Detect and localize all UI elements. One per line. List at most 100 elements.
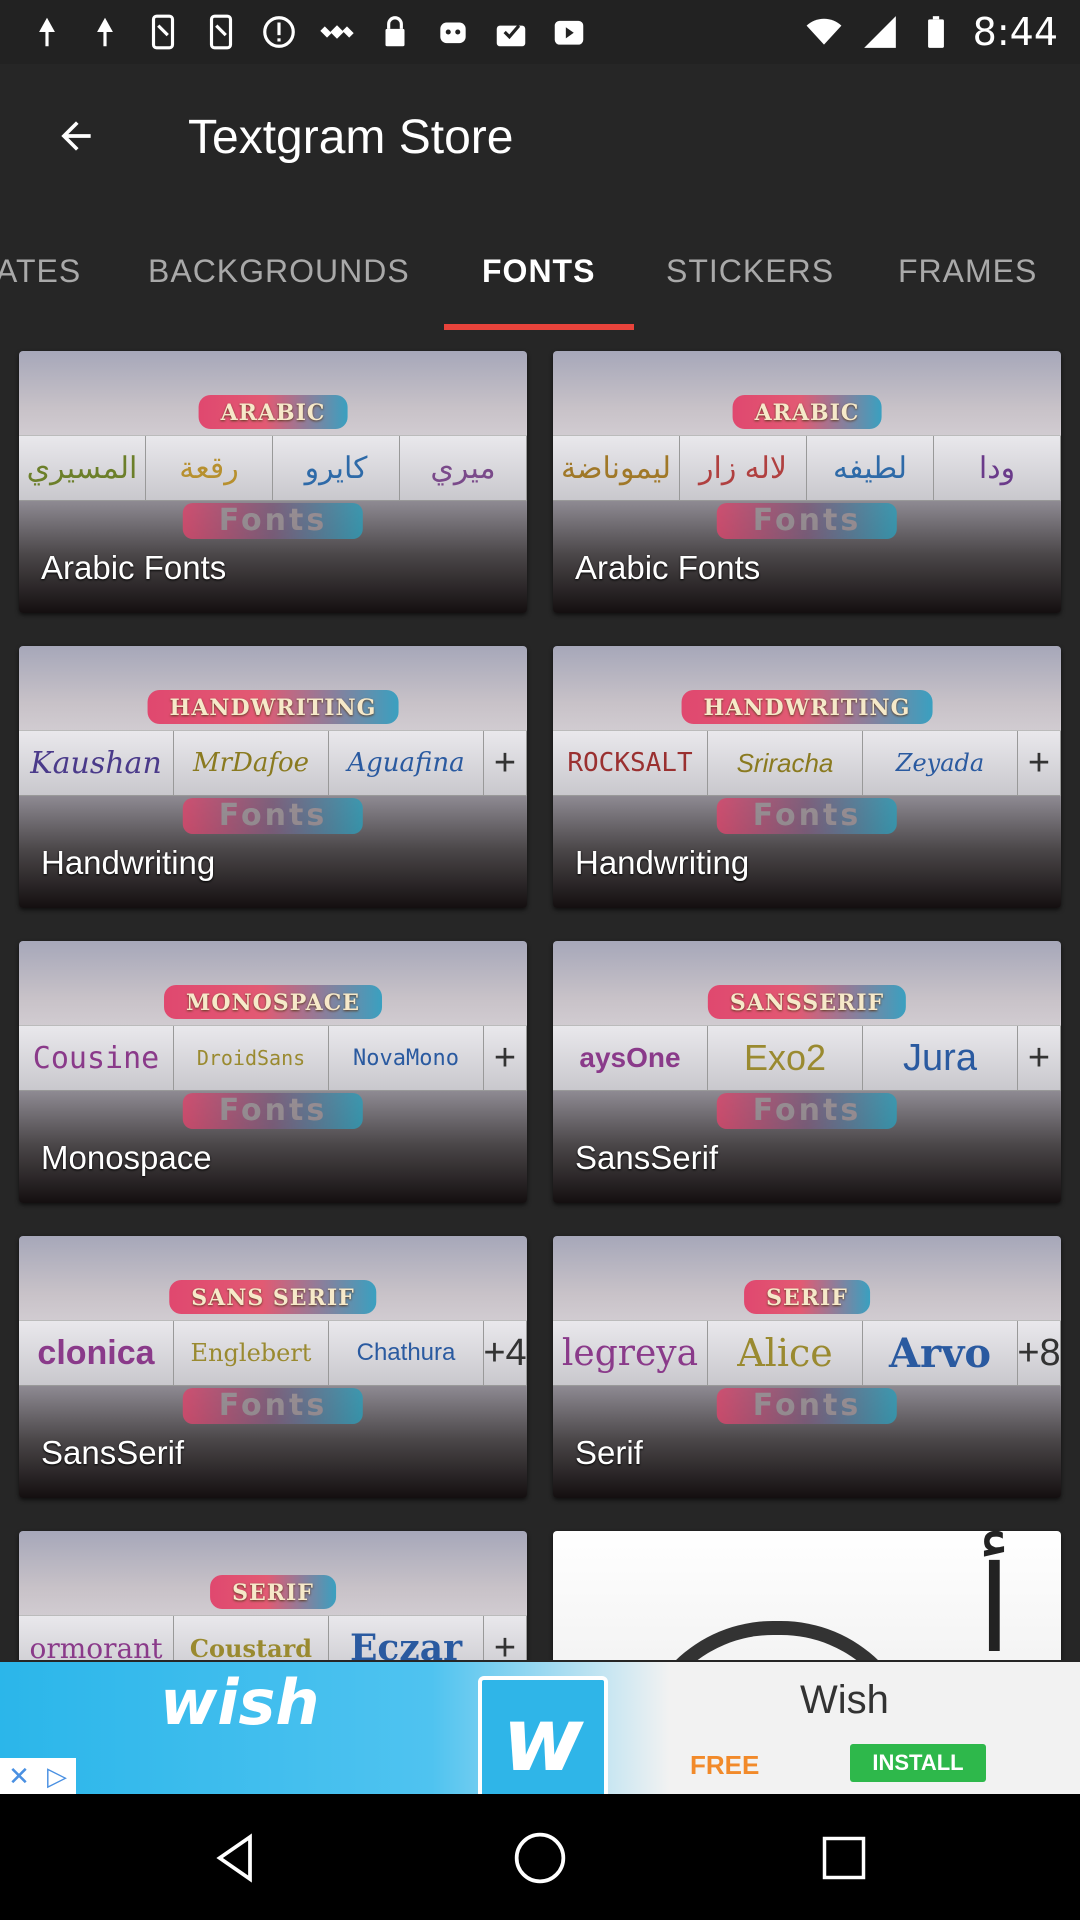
sample-strip: ROCKSALT Sriracha Zeyada +: [553, 730, 1061, 796]
sample-strip: ليموناضة لاله زار لطيفه ودا: [553, 435, 1061, 501]
font-sample: كايرو: [273, 436, 400, 500]
font-pack-card[interactable]: ARABIC ليموناضة لاله زار لطيفه ودا Fonts…: [553, 351, 1061, 613]
tab-templates[interactable]: ATES: [0, 212, 81, 330]
tab-bar: ATES BACKGROUNDS FONTS STICKERS FRAMES: [0, 212, 1080, 330]
tab-stickers[interactable]: STICKERS: [666, 212, 834, 330]
nav-back-button[interactable]: [198, 1820, 274, 1896]
wifi-icon: [806, 18, 842, 45]
card-title: Serif: [575, 1434, 643, 1471]
font-sample: ودا: [934, 436, 1061, 500]
status-time: 8:44: [972, 10, 1058, 54]
font-sample: ROCKSALT: [553, 731, 708, 795]
font-pack-card[interactable]: MONOSPACE Cousine DroidSans NovaMono + F…: [19, 941, 527, 1203]
font-sample: ليموناضة: [553, 436, 680, 500]
font-sample: ميري: [400, 436, 527, 500]
nav-home-button[interactable]: [502, 1820, 578, 1896]
arrow-left-icon: [61, 121, 91, 151]
ad-install-button[interactable]: INSTALL: [850, 1744, 986, 1782]
signal-icon: [863, 16, 896, 48]
sample-strip: aysOne Exo2 Jura +: [553, 1025, 1061, 1091]
app-bar: Textgram Store: [0, 64, 1080, 212]
font-sample: Sriracha: [708, 731, 863, 795]
ad-brand-logo: wish: [160, 1666, 320, 1739]
triangle-back-icon: [216, 1833, 252, 1883]
page-title: Textgram Store: [188, 111, 514, 164]
ad-banner[interactable]: wish w Wish FREE INSTALL ✕ ▷: [0, 1662, 1080, 1794]
font-sample: Arvo: [863, 1321, 1018, 1385]
adchoices-icon[interactable]: ▷: [38, 1758, 76, 1794]
font-sample: ormorant: [19, 1616, 174, 1660]
ad-close-icon[interactable]: ✕: [0, 1758, 38, 1794]
font-sample: Kaushan: [19, 731, 174, 795]
fonts-word: Fonts: [182, 1093, 364, 1129]
font-pack-card[interactable]: SANS SERIF clonica Englebert Chathura +4…: [19, 1236, 527, 1498]
info-icon: [263, 16, 295, 48]
font-sample: DroidSans: [174, 1026, 329, 1090]
font-sample: Alice: [708, 1321, 863, 1385]
font-pack-card[interactable]: SERIF legreya Alice Arvo +8 Fonts Serif: [553, 1236, 1061, 1498]
font-sample: Jura: [863, 1026, 1018, 1090]
ad-app-icon: w: [478, 1676, 608, 1794]
card-title: SansSerif: [41, 1434, 185, 1471]
card-badge: SANS SERIF: [169, 1280, 377, 1314]
sample-strip: ormorant Coustard Eczar +: [19, 1615, 527, 1660]
card-title: Arabic Fonts: [41, 549, 227, 586]
status-bar: 8:44: [0, 0, 1080, 64]
font-pack-card[interactable]: SANSSERIF aysOne Exo2 Jura + Fonts SansS…: [553, 941, 1061, 1203]
font-sample: رقعة: [146, 436, 273, 500]
sample-strip: Kaushan MrDafoe Aguafina +: [19, 730, 527, 796]
font-pack-card[interactable]: HANDWRITING ROCKSALT Sriracha Zeyada + F…: [553, 646, 1061, 908]
font-sample: Exo2: [708, 1026, 863, 1090]
tab-fonts[interactable]: FONTS: [482, 212, 595, 330]
ad-free-label: FREE: [690, 1750, 760, 1780]
font-sample: legreya: [553, 1321, 708, 1385]
card-badge: SERIF: [744, 1280, 870, 1314]
font-sample: Englebert: [174, 1321, 329, 1385]
status-right: 8:44: [805, 10, 1080, 54]
font-sample-more: +: [484, 731, 527, 795]
robot-icon: [440, 22, 466, 44]
sample-strip: المسيري رقعة كايرو ميري: [19, 435, 527, 501]
phone-icon: [209, 14, 233, 50]
font-pack-card[interactable]: ARABIC المسيري رقعة كايرو ميري Fonts Ara…: [19, 351, 527, 613]
lock-icon: [385, 16, 405, 47]
card-title: SansSerif: [575, 1139, 719, 1176]
font-sample: Coustard: [174, 1616, 329, 1660]
card-title: Arabic Fonts: [575, 549, 761, 586]
font-pack-card[interactable]: SERIF ormorant Coustard Eczar +: [19, 1531, 527, 1660]
fonts-word: Fonts: [716, 503, 898, 539]
sample-strip: legreya Alice Arvo +8: [553, 1320, 1061, 1386]
play-icon: [554, 20, 584, 45]
font-sample: NovaMono: [329, 1026, 484, 1090]
font-sample-more: +4: [484, 1321, 527, 1385]
back-button[interactable]: [40, 100, 112, 172]
card-badge: HANDWRITING: [147, 690, 399, 724]
font-sample: Zeyada: [863, 731, 1018, 795]
arabic-glyph-preview: أ: [977, 1541, 1011, 1660]
font-sample: Aguafina: [329, 731, 484, 795]
notification-icon: [39, 17, 55, 47]
sample-strip: clonica Englebert Chathura +4: [19, 1320, 527, 1386]
notification-icon: [97, 17, 113, 47]
fonts-word: Fonts: [716, 798, 898, 834]
battery-icon: [927, 16, 944, 48]
font-pack-card[interactable]: أ: [553, 1531, 1061, 1660]
font-sample: لطيفه: [807, 436, 934, 500]
card-title: Handwriting: [575, 844, 750, 881]
calligraphy-preview: [633, 1621, 921, 1660]
nav-recents-button[interactable]: [806, 1820, 882, 1896]
font-sample-more: +: [484, 1616, 527, 1660]
font-sample: Eczar: [329, 1616, 484, 1660]
ad-controls: ✕ ▷: [0, 1758, 76, 1794]
font-pack-card[interactable]: HANDWRITING Kaushan MrDafoe Aguafina + F…: [19, 646, 527, 908]
font-sample: Chathura: [329, 1321, 484, 1385]
tab-frames[interactable]: FRAMES: [898, 212, 1037, 330]
card-badge: ARABIC: [732, 395, 882, 429]
fonts-word: Fonts: [182, 503, 364, 539]
satellite-icon: [320, 25, 354, 39]
card-badge: HANDWRITING: [681, 690, 933, 724]
fonts-word: Fonts: [716, 1093, 898, 1129]
system-nav-bar: [0, 1794, 1080, 1920]
card-title: Monospace: [41, 1139, 212, 1176]
tab-backgrounds[interactable]: BACKGROUNDS: [148, 212, 410, 330]
